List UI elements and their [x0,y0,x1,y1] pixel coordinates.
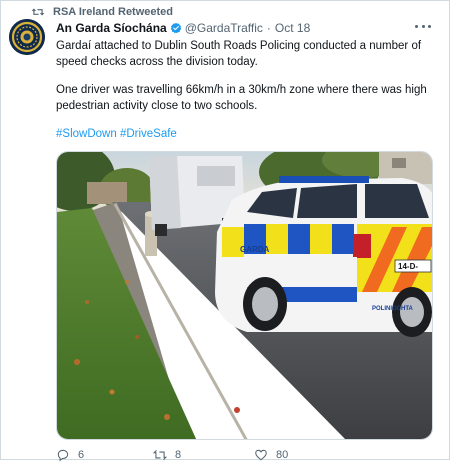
car-text-right: POLINIOCHTA [372,306,414,312]
tweet-date[interactable]: Oct 18 [275,21,310,35]
tweet-photo[interactable]: 14-D- GARDA POLINIOCHTA [56,151,433,440]
hashtag-drivesafe[interactable]: #DriveSafe [120,128,177,140]
reply-button[interactable]: 6 [56,448,84,462]
garda-car-photo: 14-D- GARDA POLINIOCHTA [57,152,432,439]
reply-count: 6 [78,449,85,461]
verified-icon [170,22,181,34]
tweet-header: An Garda Síochána @GardaTraffic · Oct 18 [56,20,310,36]
more-icon[interactable] [415,21,431,31]
separator-dot: · [266,21,271,35]
tweet-actions: 6 8 80 [56,448,416,462]
retweet-icon [31,8,45,16]
retweet-label: RSA Ireland Retweeted [53,6,174,18]
hashtag-slowdown[interactable]: #SlowDown [56,128,117,140]
avatar[interactable] [9,19,45,55]
tweet-text-paragraph-2: One driver was travelling 66km/h in a 30… [56,84,427,112]
retweet-count: 8 [175,449,182,461]
tweet-card[interactable]: RSA Ireland Retweeted An Garda Síochána … [0,0,450,462]
retweet-icon [153,449,167,461]
garda-crest-icon [9,19,45,55]
retweet-context[interactable]: RSA Ireland Retweeted [31,5,173,19]
car-text-left: GARDA [240,245,270,254]
author-name[interactable]: An Garda Síochána [56,21,167,35]
tweet-hashtags: #SlowDown #DriveSafe [56,126,431,142]
author-handle[interactable]: @GardaTraffic [185,21,263,35]
like-button[interactable]: 80 [254,448,288,462]
tweet-text-paragraph-1: Gardaí attached to Dublin South Roads Po… [56,40,422,68]
retweet-button[interactable]: 8 [153,448,181,462]
like-count: 80 [276,449,289,461]
like-icon [255,449,267,461]
reply-icon [57,449,69,462]
license-plate-text: 14-D- [398,262,418,271]
